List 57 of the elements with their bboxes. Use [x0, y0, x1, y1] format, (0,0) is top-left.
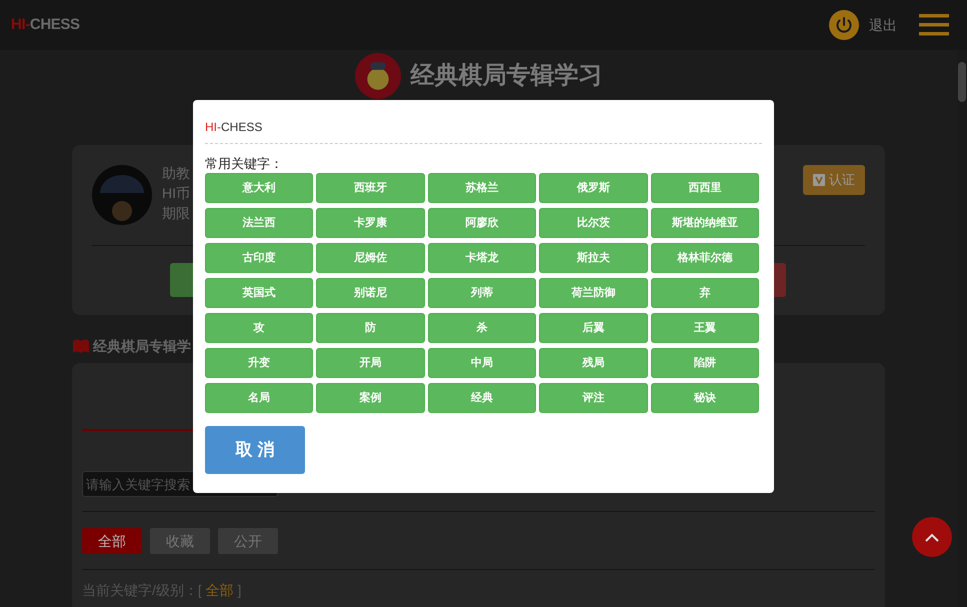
- keyword-button[interactable]: 法兰西: [205, 208, 314, 238]
- keyword-button[interactable]: 弃: [650, 278, 759, 308]
- keyword-button[interactable]: 杀: [428, 313, 536, 343]
- keyword-button[interactable]: 卡罗康: [316, 208, 425, 238]
- keyword-button[interactable]: 古印度: [205, 243, 314, 273]
- keyword-button[interactable]: 英国式: [205, 278, 314, 308]
- keyword-button[interactable]: 后翼: [539, 313, 648, 343]
- keyword-button[interactable]: 王翼: [650, 313, 759, 343]
- mascot-avatar: [354, 53, 400, 99]
- logo[interactable]: HI-CHESS: [11, 14, 80, 36]
- keyword-button[interactable]: 荷兰防御: [539, 278, 648, 308]
- page-title: 经典棋局专辑学习: [410, 61, 602, 91]
- dialog-title: HI-CHESS: [205, 100, 762, 144]
- filter-tab[interactable]: 公开: [218, 528, 278, 554]
- keyword-button[interactable]: 苏格兰: [428, 173, 536, 203]
- menu-icon[interactable]: [919, 13, 949, 37]
- keywords-heading: 常用关键字：: [205, 156, 284, 172]
- keyword-button[interactable]: 意大利: [205, 173, 314, 203]
- filter-tab[interactable]: 全部: [82, 528, 142, 554]
- section-title: 经典棋局专辑学: [93, 336, 191, 356]
- keyword-button[interactable]: 别诺尼: [316, 278, 425, 308]
- keyword-button[interactable]: 评注: [539, 383, 648, 413]
- keyword-button[interactable]: 陷阱: [650, 348, 759, 378]
- keyword-button[interactable]: 残局: [539, 348, 648, 378]
- keyword-button[interactable]: 升变: [205, 348, 314, 378]
- cancel-button[interactable]: 取 消: [205, 426, 305, 474]
- keyword-button[interactable]: 斯堪的纳维亚: [650, 208, 759, 238]
- user-avatar: [92, 165, 152, 225]
- profile-info-text: 期限: [162, 204, 190, 223]
- keyword-button[interactable]: 列蒂: [428, 278, 536, 308]
- keyword-button[interactable]: 开局: [316, 348, 425, 378]
- power-icon[interactable]: [829, 10, 859, 40]
- keyword-button[interactable]: 名局: [205, 383, 314, 413]
- book-icon: [72, 338, 90, 354]
- keyword-button[interactable]: 案例: [316, 383, 425, 413]
- caret-up-icon: [925, 532, 939, 542]
- keyword-button[interactable]: 俄罗斯: [539, 173, 648, 203]
- keyword-button[interactable]: 卡塔龙: [428, 243, 536, 273]
- keyword-button[interactable]: 经典: [428, 383, 536, 413]
- keyword-button[interactable]: 中局: [428, 348, 536, 378]
- keyword-button[interactable]: 攻: [205, 313, 314, 343]
- filter-tab[interactable]: 收藏: [150, 528, 210, 554]
- keyword-button[interactable]: 防: [316, 313, 425, 343]
- scroll-top-button[interactable]: [912, 517, 952, 557]
- profile-info-text: HI币: [162, 184, 190, 203]
- keyword-button[interactable]: 尼姆佐: [316, 243, 425, 273]
- verify-button[interactable]: 认证: [803, 165, 865, 195]
- keyword-button[interactable]: 西班牙: [316, 173, 425, 203]
- profile-info-text: 助教: [162, 164, 190, 183]
- keyword-button[interactable]: 西西里: [650, 173, 759, 203]
- keyword-button[interactable]: 比尔茨: [539, 208, 648, 238]
- keyword-button[interactable]: 格林菲尔德: [650, 243, 759, 273]
- logout-link[interactable]: 退出: [869, 14, 897, 36]
- scrollbar-thumb[interactable]: [958, 62, 966, 102]
- keyword-button[interactable]: 秘诀: [650, 383, 759, 413]
- keyword-button[interactable]: 斯拉夫: [539, 243, 648, 273]
- keyword-button[interactable]: 阿廖欣: [428, 208, 536, 238]
